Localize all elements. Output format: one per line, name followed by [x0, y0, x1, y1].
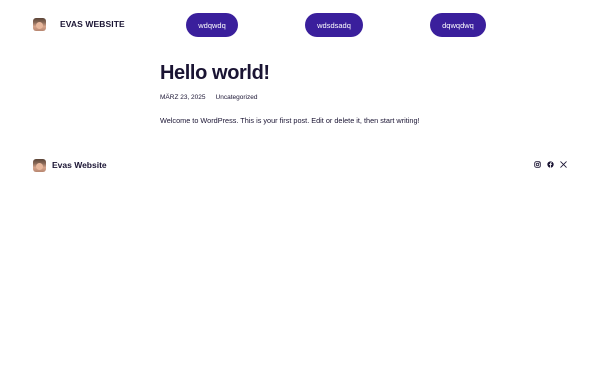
post-category-link[interactable]: Uncategorized [216, 94, 258, 101]
instagram-icon[interactable] [534, 161, 541, 168]
x-icon[interactable] [560, 161, 567, 168]
footer-logo[interactable] [33, 159, 46, 172]
post-date: MÄRZ 23, 2025 [160, 94, 206, 101]
site-header: EVAS WEBSITE wdqwdq wdsdsadq dqwqdwq [0, 0, 600, 50]
nav-button-wdqwdq[interactable]: wdqwdq [186, 13, 238, 37]
post-excerpt: Welcome to WordPress. This is your first… [160, 116, 420, 125]
site-title[interactable]: EVAS WEBSITE [60, 19, 125, 29]
post-meta: MÄRZ 23, 2025 Uncategorized [160, 94, 257, 101]
post-title[interactable]: Hello world! [160, 62, 270, 85]
footer-site-name[interactable]: Evas Website [52, 160, 107, 170]
nav-button-dqwqdwq[interactable]: dqwqdwq [430, 13, 486, 37]
nav-button-wdsdsadq[interactable]: wdsdsadq [305, 13, 363, 37]
facebook-icon[interactable] [547, 161, 554, 168]
site-logo[interactable] [33, 18, 46, 31]
